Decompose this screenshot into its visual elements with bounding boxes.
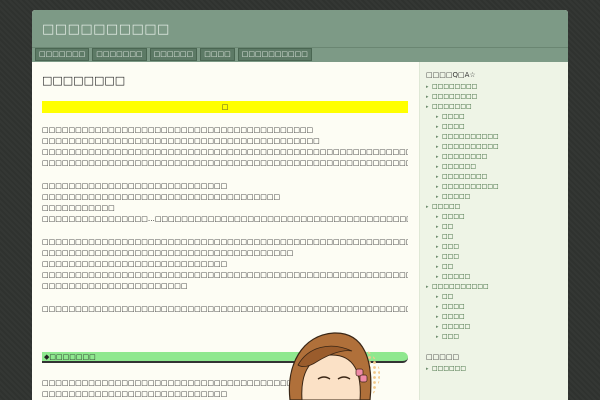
sidebar-link[interactable]: □□□□□□□□□□ [436, 182, 568, 192]
paragraph-2: □□□□□□□□□□□□□□□□□□□□□□□□□□□□ □□□□□□□□□□□… [42, 181, 408, 225]
main-nav: □□□□□□□ □□□□□□□ □□□□□□ □□□□ □□□□□□□□□□ [32, 48, 568, 62]
paragraph-4: □□□□□□□□□□□□□□□□□□□□□□□□□□□□□□□□□□□□□□□□… [42, 304, 408, 315]
nav-item-4[interactable]: □□□□ [200, 48, 235, 61]
sidebar-link[interactable]: □□□□ [436, 302, 568, 312]
sidebar-link[interactable]: □□□□□□□□□□ [436, 132, 568, 142]
sidebar-link[interactable]: □□ [436, 222, 568, 232]
nav-item-3[interactable]: □□□□□□ [149, 48, 198, 61]
sidebar-link[interactable]: □□□□ [436, 122, 568, 132]
site-title[interactable]: □□□□□□□□□□ [42, 22, 170, 37]
sidebar-link[interactable]: □□□ [436, 332, 568, 342]
text-line: □□□□□□□□□□□□□□□□□□□□□□□□□□□□□□□□□□□□□□□□… [42, 305, 408, 313]
sidebar-link[interactable]: □□□□□ [426, 202, 568, 212]
text-line: □□□□□□□□□□□□□□□□…□□□□□□□□□□□□□□□□□□□□□□□… [42, 215, 408, 223]
sidebar-list: □□□□□□□□□□□□□□□□□□□□□□□□□□□□□□□□□□□□□□□□… [426, 82, 568, 342]
sidebar-link[interactable]: □□□□□□□ [426, 102, 568, 112]
nav-item-2[interactable]: □□□□□□□ [92, 48, 147, 61]
sidebar-link[interactable]: □□ [436, 232, 568, 242]
sidebar-link[interactable]: □□□ [436, 242, 568, 252]
sidebar-link[interactable]: □□□□ [436, 112, 568, 122]
sidebar-list-2: □□□□□□ [426, 364, 568, 374]
sidebar-heading-2: □□□□□ [426, 353, 460, 361]
text-line: □□□□□□□□□□□ [42, 204, 115, 212]
sidebar-link[interactable]: □□□□ [436, 212, 568, 222]
site-header: □□□□□□□□□□ [32, 10, 568, 48]
text-line: □□□□□□□□□□□□□□□□□□□□□□□□□□□□□□□□□□□□□□□□… [42, 126, 314, 134]
sidebar-link[interactable]: □□□□□ [436, 272, 568, 282]
nav-item-5[interactable]: □□□□□□□□□□ [237, 48, 312, 61]
character-avatar-icon [288, 332, 380, 400]
text-line: □□□□□□□□□□□□□□□□□□□□□□□□□□□□□□□□□□□□□□□□… [42, 238, 408, 246]
sidebar-link[interactable]: □□□□□ [436, 322, 568, 332]
sidebar-link[interactable]: □□ [436, 292, 568, 302]
sidebar-link[interactable]: □□□□□□□□□□ [436, 142, 568, 152]
sidebar-heading-qa: □□□□Q□A☆ [426, 71, 476, 79]
text-line: □□□□□□□□□□□□□□□□□□□□□□□□□□□□□□□□□□□□□□□□… [42, 159, 408, 167]
sidebar-link[interactable]: □□□□□□□□ [426, 92, 568, 102]
text-line: □□□□□□□□□□□□□□□□□□□□□□□□□□□□□□□□□□□□□□□□… [42, 137, 320, 145]
post-title: □□□□□□□□ [42, 74, 126, 87]
sidebar-link[interactable]: □□□□□□□□ [436, 152, 568, 162]
text-line: □□□□□□□□□□□□□□□□□□□□□□□□□□□□ [42, 260, 228, 268]
yellow-highlight-bar: □ [42, 101, 408, 113]
sidebar-link[interactable]: □□□□□□□□□□ [426, 282, 568, 292]
paragraph-3: □□□□□□□□□□□□□□□□□□□□□□□□□□□□□□□□□□□□□□□□… [42, 237, 408, 292]
text-line: □□□□□□□□□□□□□□□□□□□□□□□□□□□□□□□□□□□□ [42, 193, 281, 201]
nav-item-1[interactable]: □□□□□□□ [35, 48, 90, 61]
sidebar-link[interactable]: □□□□ [436, 312, 568, 322]
sidebar-link[interactable]: □□□□□□□□ [436, 172, 568, 182]
sidebar-link[interactable]: □□□□□□ [426, 364, 568, 374]
text-line: □□□□□□□□□□□□□□□□□□□□□□ [42, 282, 188, 290]
sidebar-link[interactable]: □□□□□□ [436, 162, 568, 172]
paragraph-1: □□□□□□□□□□□□□□□□□□□□□□□□□□□□□□□□□□□□□□□□… [42, 125, 408, 169]
text-line: □□□□□□□□□□□□□□□□□□□□□□□□□□□□ [42, 182, 228, 190]
text-line: □□□□□□□□□□□□□□□□□□□□□□□□□□□□□□□□□□□□□□□□… [42, 148, 408, 156]
sidebar-link[interactable]: □□□□□ [436, 192, 568, 202]
sidebar-link[interactable]: □□□ [436, 252, 568, 262]
text-line: □□□□□□□□□□□□□□□□□□□□□□□□□□□□□□□□□□□□□□ [42, 249, 294, 257]
sidebar: □□□□Q□A☆ □□□□□□□□□□□□□□□□□□□□□□□□□□□□□□□… [419, 62, 568, 400]
text-line: □□□□□□□□□□□□□□□□□□□□□□□□□□□□□□□□□□□□□□□□… [42, 271, 408, 279]
sidebar-link[interactable]: □□□□□□□□ [426, 82, 568, 92]
sidebar-link[interactable]: □□ [436, 262, 568, 272]
